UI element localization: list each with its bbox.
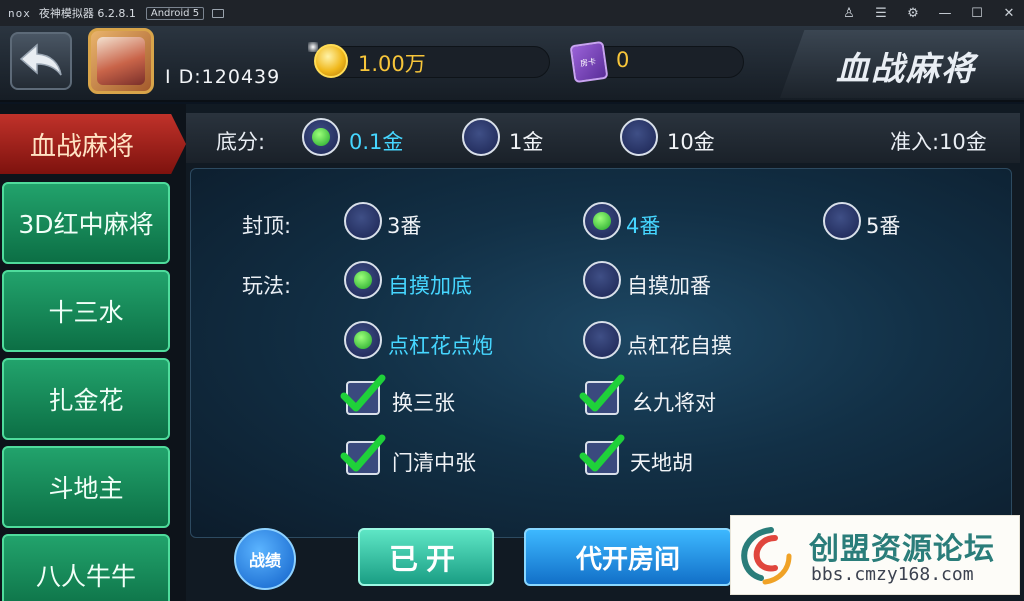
android-version-badge: Android 5 [145,6,205,20]
checkmark-icon [340,434,386,472]
cap-radio-0[interactable] [344,202,382,240]
base-score-radio-2[interactable] [620,118,658,156]
nox-logo: nox [8,6,31,20]
rule-option-0-0[interactable]: 自摸加底 [388,270,472,300]
cap-option-2[interactable]: 5番 [866,210,900,240]
base-score-option-0[interactable]: 0.1金 [349,126,403,156]
sidebar-item-doudizhu[interactable]: 斗地主 [2,446,170,528]
rule-radio-1-1[interactable] [583,321,621,359]
cap-option-0[interactable]: 3番 [387,210,421,240]
user-id: I D:120439 [165,66,281,88]
maximize-icon[interactable]: ☐ [970,6,984,21]
game-header: I D:120439 1.00万 房卡 0 血战麻将 [0,26,1024,102]
checkmark-icon [579,374,625,412]
rule-radio-0-0[interactable] [344,261,382,299]
forum-logo-icon [741,527,792,585]
cap-radio-2[interactable] [823,202,861,240]
opened-button[interactable]: 已开 [358,528,494,586]
entry-requirement: 准入:10金 [890,130,987,154]
base-score-radio-0[interactable] [302,118,340,156]
shirt-icon[interactable]: ♙ [842,6,856,21]
rule-radio-0-1[interactable] [583,261,621,299]
gold-amount: 1.00万 [358,52,426,76]
room-card-count: 0 [616,48,630,72]
rule-option-1-1[interactable]: 点杠花自摸 [627,330,732,360]
rule-option-1-0[interactable]: 点杠花点炮 [388,330,493,360]
base-score-option-1[interactable]: 1金 [509,126,543,156]
base-score-option-2[interactable]: 10金 [667,126,715,156]
watermark-title: 创盟资源论坛 [809,532,995,567]
sidebar-item-shisanshui[interactable]: 十三水 [2,270,170,352]
game-title: 血战麻将 [836,49,976,88]
rule-option-0-1[interactable]: 自摸加番 [627,270,711,300]
check-option-2[interactable]: 门清中张 [392,447,476,477]
sidebar-item-3d-hongzhong[interactable]: 3D红中麻将 [2,182,170,264]
close-icon[interactable]: ✕ [1002,6,1016,21]
gold-display [322,46,550,78]
rule-radio-1-0[interactable] [344,321,382,359]
gold-coin-icon [308,42,348,78]
sidebar-item-zhajinhua[interactable]: 扎金花 [2,358,170,440]
cap-label: 封顶: [242,214,292,238]
check-option-3[interactable]: 天地胡 [630,447,693,477]
emulator-title: 夜神模拟器 6.2.8.1 [38,7,136,20]
watermark: 创盟资源论坛 bbs.cmzy168.com [730,515,1020,595]
check-option-0[interactable]: 换三张 [392,387,455,417]
checkmark-icon [579,434,625,472]
sidebar-item-bairenniuniu[interactable]: 八人牛牛 [2,534,170,601]
check-option-1[interactable]: 幺九将对 [632,387,716,417]
back-button[interactable] [10,32,72,90]
keyboard-icon[interactable] [212,8,225,18]
sidebar-item-xuezhan[interactable]: 血战麻将 [0,114,186,174]
avatar[interactable] [88,28,154,94]
menu-icon[interactable]: ☰ [874,6,888,21]
cap-option-1[interactable]: 4番 [626,210,660,240]
back-arrow-icon [19,43,62,76]
watermark-url: bbs.cmzy168.com [811,564,974,585]
checkmark-icon [340,374,386,412]
record-button[interactable]: 战绩 [234,528,296,590]
gear-icon[interactable]: ⚙ [906,6,920,21]
base-score-label: 底分: [216,130,266,154]
emulator-title-bar: nox 夜神模拟器 6.2.8.1 Android 5 ♙ ☰ ⚙ — ☐ ✕ [0,0,1024,26]
rules-label: 玩法: [242,274,292,298]
room-card-icon: 房卡 [569,40,609,84]
cap-radio-1[interactable] [583,202,621,240]
open-room-for-others-button[interactable]: 代开房间 [524,528,732,586]
base-score-radio-1[interactable] [462,118,500,156]
minimize-icon[interactable]: — [938,6,952,21]
